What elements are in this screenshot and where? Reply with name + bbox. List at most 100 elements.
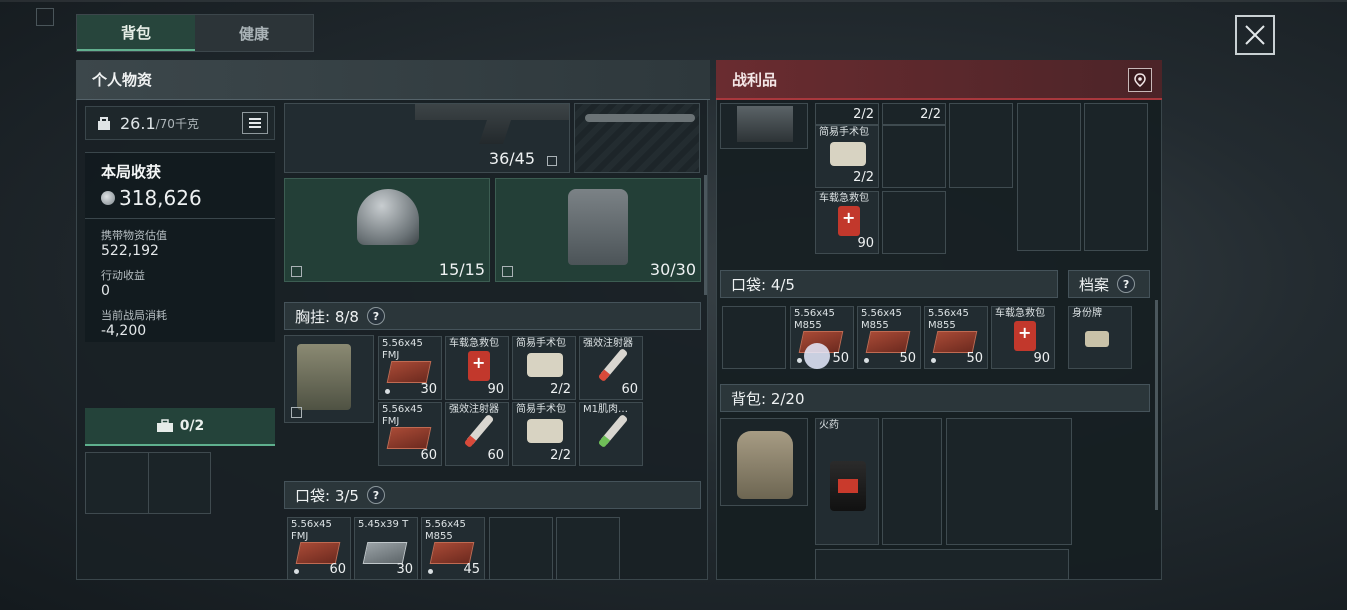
ammo-dot	[385, 389, 390, 394]
help-button[interactable]: ?	[366, 486, 385, 504]
syringe-image	[597, 347, 629, 383]
action-label: 行动收益	[101, 269, 145, 282]
ammo-image	[386, 427, 432, 449]
ammo-dot	[294, 569, 299, 574]
tab-backpack[interactable]: 背包	[77, 15, 195, 51]
loot-pocket-item[interactable]: 5.56x45 M855 50	[924, 306, 988, 369]
loot-empty-slot[interactable]	[1017, 103, 1081, 251]
item-name: M1肌肉…	[583, 404, 628, 415]
chest-item[interactable]: 简易手术包 2/2	[512, 402, 576, 466]
chest-item[interactable]: 5.56x45 FMJ 60	[378, 402, 442, 466]
loot-pocket-item[interactable]: 车载急救包 90	[991, 306, 1055, 369]
chest-item[interactable]: 简易手术包 2/2	[512, 336, 576, 400]
loot-backpack-item[interactable]: 火药	[815, 418, 879, 545]
weapon-ammo-count: 36/45	[488, 149, 535, 168]
loot-empty-slot[interactable]	[946, 418, 1072, 545]
armor-slot[interactable]: 30/30	[495, 178, 701, 282]
loot-item[interactable]: 2/2	[882, 103, 946, 125]
stats-title: 本局收获	[101, 163, 162, 181]
ammo-image	[932, 331, 978, 353]
archive-button[interactable]: 档案 ?	[1068, 270, 1150, 298]
item-name: 5.56x45 FMJ	[382, 338, 423, 361]
item-count: 2/2	[550, 382, 571, 397]
loot-pocket-item[interactable]: 5.56x45 M855 50	[857, 306, 921, 369]
loot-item[interactable]: 2/2	[815, 103, 879, 125]
loot-empty-slot[interactable]	[949, 103, 1013, 188]
loot-item[interactable]: 简易手术包 2/2	[815, 125, 879, 188]
loot-backpack-header: 背包: 2/20	[720, 384, 1150, 412]
loot-empty-slot[interactable]	[815, 549, 1069, 580]
personal-header: 个人物资	[76, 60, 710, 100]
pocket-item[interactable]: 5.45x39 T 30	[354, 517, 418, 580]
syringe-image	[463, 413, 495, 449]
loot-pocket-header: 口袋: 4/5	[720, 270, 1058, 298]
item-count: 50	[832, 351, 849, 366]
chest-item[interactable]: M1肌肉…	[579, 402, 643, 466]
location-button[interactable]	[1128, 68, 1152, 92]
item-name: 身份牌	[1072, 308, 1102, 319]
sort-list-button[interactable]	[242, 112, 268, 134]
helmet-image	[357, 189, 419, 245]
item-count: 30	[396, 562, 413, 577]
item-name: 5.56x45 M855	[425, 519, 466, 542]
right-scrollbar[interactable]	[1155, 300, 1158, 510]
loot-item[interactable]: 车载急救包 90	[815, 191, 879, 254]
action-value: 0	[101, 283, 110, 299]
pocket-empty-slot[interactable]	[556, 517, 620, 580]
loot-pocket-empty-slot[interactable]	[722, 306, 786, 369]
loot-empty-slot[interactable]	[882, 125, 946, 188]
close-button[interactable]	[1235, 15, 1275, 55]
harvest-value: 318,626	[119, 186, 202, 210]
pocket-empty-slot[interactable]	[489, 517, 553, 580]
chest-item[interactable]: 车载急救包 90	[445, 336, 509, 400]
ammo-image	[865, 331, 911, 353]
dogtag-image	[1085, 331, 1109, 347]
left-scrollbar[interactable]	[704, 175, 707, 295]
corner-square	[36, 8, 54, 26]
help-button[interactable]: ?	[366, 307, 385, 325]
item-count: 60	[329, 562, 346, 577]
ammo-image	[386, 361, 432, 383]
chest-item[interactable]: 强效注射器 60	[579, 336, 643, 400]
item-name: 5.45x39 T	[358, 519, 409, 530]
loot-title: 战利品	[732, 70, 778, 89]
item-count: 2/2	[853, 170, 874, 185]
secure-case-tab[interactable]: 0/2	[85, 408, 275, 446]
chest-item[interactable]: 5.56x45 FMJ 30	[378, 336, 442, 400]
tab-health[interactable]: 健康	[195, 15, 313, 51]
loot-pocket-title: 口袋: 4/5	[731, 275, 795, 294]
ammo-dot	[864, 358, 869, 363]
item-count: 60	[420, 448, 437, 463]
armor-image	[568, 189, 628, 265]
ammo-image	[362, 542, 408, 564]
helmet-slot[interactable]: 15/15	[284, 178, 490, 282]
pocket-item[interactable]: 5.56x45 M855 45	[421, 517, 485, 580]
location-pin-icon	[1134, 73, 1146, 87]
melee-slot[interactable]	[574, 103, 700, 173]
chest-item[interactable]: 强效注射器 60	[445, 402, 509, 466]
item-count: 90	[487, 382, 504, 397]
loot-empty-slot[interactable]	[1084, 103, 1148, 251]
weight-max: /70千克	[155, 116, 199, 131]
cost-value: -4,200	[101, 323, 147, 339]
surgery-kit-image	[527, 353, 563, 377]
knife-image	[585, 114, 695, 122]
chest-rig-header: 胸挂: 8/8 ?	[284, 302, 701, 330]
help-button[interactable]: ?	[1117, 275, 1136, 293]
backpack-slot[interactable]	[720, 418, 808, 506]
item-count: 30	[420, 382, 437, 397]
item-name: 5.56x45 M855	[928, 308, 969, 331]
chest-rig-slot[interactable]	[284, 335, 374, 423]
loot-container[interactable]	[720, 103, 808, 149]
secure-case-grid[interactable]	[85, 452, 211, 514]
pocket-item[interactable]: 5.56x45 FMJ 60	[287, 517, 351, 580]
medkit-image	[468, 351, 490, 381]
loot-empty-slot[interactable]	[882, 191, 946, 254]
item-count: 50	[966, 351, 983, 366]
weapon-slot[interactable]: 36/45	[284, 103, 570, 173]
loot-empty-slot[interactable]	[882, 418, 942, 545]
armor-durability: 30/30	[649, 260, 696, 279]
carried-value: 522,192	[101, 243, 159, 259]
item-name: 火药	[819, 420, 839, 431]
dogtag-slot[interactable]: 身份牌	[1068, 306, 1132, 369]
